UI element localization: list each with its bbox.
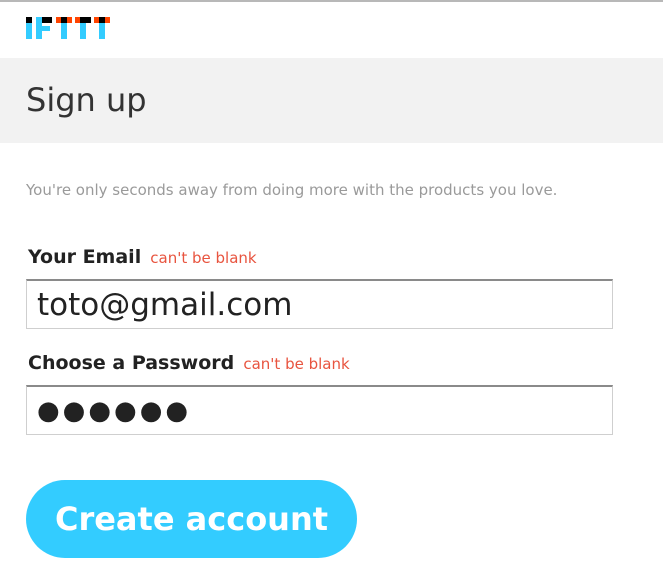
ifttt-logo-icon	[26, 17, 110, 39]
tagline: You're only seconds away from doing more…	[26, 181, 558, 199]
email-label-row: Your Email can't be blank	[28, 246, 257, 268]
email-field[interactable]	[26, 279, 613, 329]
password-label-row: Choose a Password can't be blank	[28, 352, 350, 374]
create-account-button[interactable]: Create account	[26, 480, 357, 558]
password-label: Choose a Password	[28, 352, 235, 374]
password-field[interactable]	[26, 385, 613, 435]
page-title: Sign up	[26, 81, 147, 119]
window-top-border	[0, 0, 663, 2]
password-error: can't be blank	[243, 355, 350, 373]
ifttt-logo[interactable]	[26, 17, 110, 39]
email-label: Your Email	[28, 246, 142, 268]
email-error: can't be blank	[150, 249, 257, 267]
